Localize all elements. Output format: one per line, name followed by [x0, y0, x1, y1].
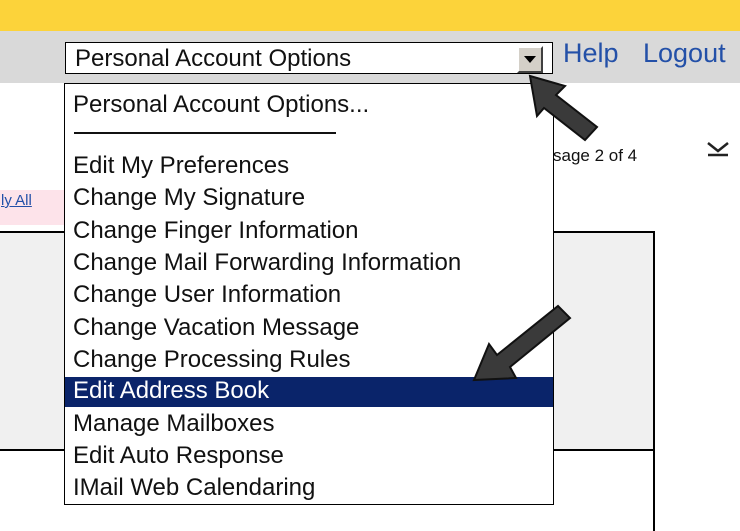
arrow-icon: [472, 304, 572, 382]
annotation-arrows: [472, 74, 599, 382]
arrow-icon: [528, 74, 599, 142]
